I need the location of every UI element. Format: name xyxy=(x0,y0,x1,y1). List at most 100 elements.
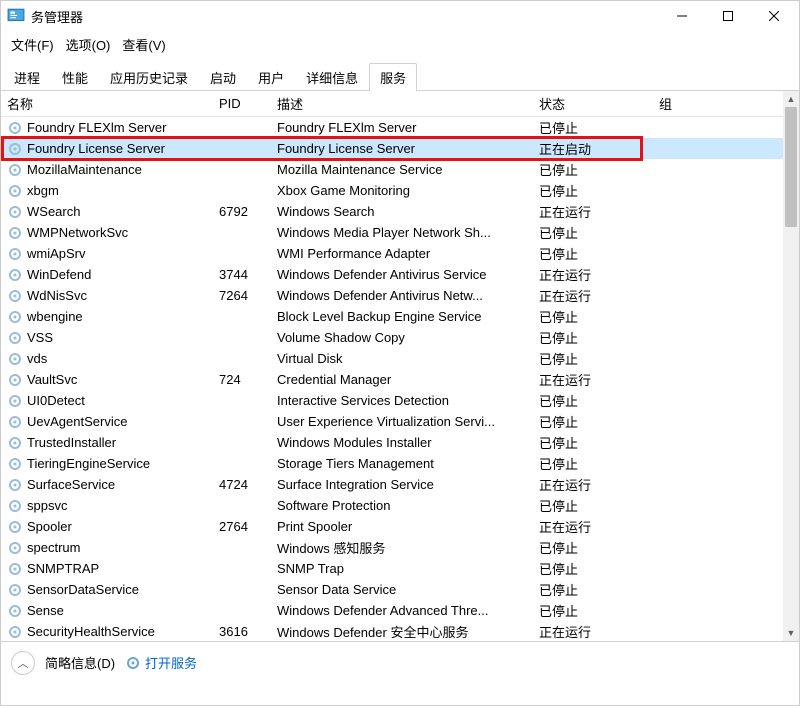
service-pid: 2764 xyxy=(219,519,277,534)
task-manager-icon xyxy=(7,7,25,25)
service-row[interactable]: SensorDataService Sensor Data Service已停止 xyxy=(1,579,783,600)
menu-bar: 文件(F) 选项(O) 查看(V) xyxy=(1,31,799,58)
service-row[interactable]: TieringEngineServiceStorage Tiers Manage… xyxy=(1,453,783,474)
tab-processes[interactable]: 进程 xyxy=(3,63,51,91)
menu-view[interactable]: 查看(V) xyxy=(118,33,169,56)
tab-services[interactable]: 服务 xyxy=(369,63,417,91)
service-desc: Windows Media Player Network Sh... xyxy=(277,225,539,240)
service-gear-icon xyxy=(7,330,23,346)
service-name: wmiApSrv xyxy=(27,246,86,261)
tab-app-history[interactable]: 应用历史记录 xyxy=(99,63,199,91)
col-header-group[interactable]: 组 xyxy=(659,94,783,113)
service-row[interactable]: UevAgentServiceUser Experience Virtualiz… xyxy=(1,411,783,432)
service-row[interactable]: Spooler2764Print Spooler正在运行 xyxy=(1,516,783,537)
service-gear-icon xyxy=(7,267,23,283)
service-status: 已停止 xyxy=(539,580,659,599)
service-gear-icon xyxy=(7,120,23,136)
tab-performance[interactable]: 性能 xyxy=(51,63,99,91)
service-row[interactable]: vdsVirtual Disk已停止 xyxy=(1,348,783,369)
service-row[interactable]: VSSVolume Shadow Copy已停止 xyxy=(1,327,783,348)
scroll-up-button[interactable]: ▲ xyxy=(783,91,799,107)
service-row[interactable]: SecurityHealthService3616Windows Defende… xyxy=(1,621,783,641)
service-status: 正在运行 xyxy=(539,475,659,494)
service-desc: Sensor Data Service xyxy=(277,582,539,597)
service-row[interactable]: spectrumWindows 感知服务已停止 xyxy=(1,537,783,558)
service-name: SensorDataService xyxy=(27,582,139,597)
service-name: UevAgentService xyxy=(27,414,127,429)
tab-bar: 进程 性能 应用历史记录 启动 用户 详细信息 服务 xyxy=(1,58,799,91)
service-row[interactable]: VaultSvc724Credential Manager正在运行 xyxy=(1,369,783,390)
chevron-up-icon: ︿ xyxy=(18,655,29,671)
service-status: 已停止 xyxy=(539,307,659,326)
service-desc: Windows Defender Antivirus Service xyxy=(277,267,539,282)
service-gear-icon xyxy=(7,309,23,325)
service-row[interactable]: wmiApSrvWMI Performance Adapter已停止 xyxy=(1,243,783,264)
service-gear-icon xyxy=(7,519,23,535)
service-row[interactable]: WMPNetworkSvcWindows Media Player Networ… xyxy=(1,222,783,243)
service-name: TrustedInstaller xyxy=(27,435,116,450)
service-gear-icon xyxy=(7,204,23,220)
open-services-link[interactable]: 打开服务 xyxy=(125,653,197,672)
service-gear-icon xyxy=(7,435,23,451)
tab-startup[interactable]: 启动 xyxy=(199,63,247,91)
service-row[interactable]: SurfaceService4724Surface Integration Se… xyxy=(1,474,783,495)
vertical-scrollbar[interactable]: ▲ ▼ xyxy=(783,91,799,641)
service-pid: 724 xyxy=(219,372,277,387)
service-gear-icon xyxy=(7,141,23,157)
col-header-name[interactable]: 名称 xyxy=(1,94,219,113)
service-row[interactable]: Foundry FLEXlm ServerFoundry FLEXlm Serv… xyxy=(1,117,783,138)
service-row[interactable]: SenseWindows Defender Advanced Thre...已停… xyxy=(1,600,783,621)
service-desc: Windows Search xyxy=(277,204,539,219)
service-name: Foundry License Server xyxy=(27,141,165,156)
service-row[interactable]: WdNisSvc7264Windows Defender Antivirus N… xyxy=(1,285,783,306)
service-status: 已停止 xyxy=(539,412,659,431)
service-desc: Windows Defender Advanced Thre... xyxy=(277,603,539,618)
scroll-down-button[interactable]: ▼ xyxy=(783,625,799,641)
service-gear-icon xyxy=(7,246,23,262)
service-name: VaultSvc xyxy=(27,372,77,387)
close-button[interactable] xyxy=(751,1,797,31)
service-status: 已停止 xyxy=(539,496,659,515)
service-row[interactable]: WinDefend 3744Windows Defender Antivirus … xyxy=(1,264,783,285)
fewer-details-label[interactable]: 简略信息(D) xyxy=(45,653,115,672)
service-row[interactable]: wbengineBlock Level Backup Engine Servic… xyxy=(1,306,783,327)
menu-options[interactable]: 选项(O) xyxy=(62,33,115,56)
service-row[interactable]: sppsvcSoftware Protection已停止 xyxy=(1,495,783,516)
service-status: 已停止 xyxy=(539,433,659,452)
service-row[interactable]: Foundry License ServerFoundry License Se… xyxy=(1,138,783,159)
service-row[interactable]: WSearch6792Windows Search正在运行 xyxy=(1,201,783,222)
window-controls xyxy=(659,1,797,31)
menu-file[interactable]: 文件(F) xyxy=(7,33,58,56)
window-title: 务管理器 xyxy=(31,7,83,26)
service-name: xbgm xyxy=(27,183,59,198)
service-name: Spooler xyxy=(27,519,72,534)
tab-details[interactable]: 详细信息 xyxy=(295,63,369,91)
service-gear-icon xyxy=(7,624,23,640)
scroll-thumb[interactable] xyxy=(785,107,797,227)
service-gear-icon xyxy=(7,414,23,430)
tab-users[interactable]: 用户 xyxy=(247,63,295,91)
service-row[interactable]: SNMPTRAPSNMP Trap已停止 xyxy=(1,558,783,579)
minimize-button[interactable] xyxy=(659,1,705,31)
service-status: 已停止 xyxy=(539,559,659,578)
footer-bar: ︿ 简略信息(D) 打开服务 xyxy=(1,641,799,683)
service-gear-icon xyxy=(7,582,23,598)
services-list: 名称 PID 描述 状态 组 Foundry FLEXlm ServerFoun… xyxy=(1,91,799,641)
scroll-track[interactable] xyxy=(783,107,799,625)
service-status: 已停止 xyxy=(539,118,659,137)
service-row[interactable]: TrustedInstaller Windows Modules Installe… xyxy=(1,432,783,453)
maximize-button[interactable] xyxy=(705,1,751,31)
col-header-status[interactable]: 状态 xyxy=(539,94,659,113)
service-desc: Windows 感知服务 xyxy=(277,538,539,557)
service-gear-icon xyxy=(7,162,23,178)
service-name: WinDefend xyxy=(27,267,91,282)
service-row[interactable]: xbgmXbox Game Monitoring已停止 xyxy=(1,180,783,201)
fewer-details-button[interactable]: ︿ xyxy=(11,651,35,675)
service-row[interactable]: UI0DetectInteractive Services Detection已… xyxy=(1,390,783,411)
col-header-pid[interactable]: PID xyxy=(219,96,277,111)
service-row[interactable]: MozillaMaintenanceMozilla Maintenance Se… xyxy=(1,159,783,180)
col-header-desc[interactable]: 描述 xyxy=(277,94,539,113)
service-desc: Windows Modules Installer xyxy=(277,435,539,450)
service-pid: 3744 xyxy=(219,267,277,282)
service-name: SNMPTRAP xyxy=(27,561,99,576)
